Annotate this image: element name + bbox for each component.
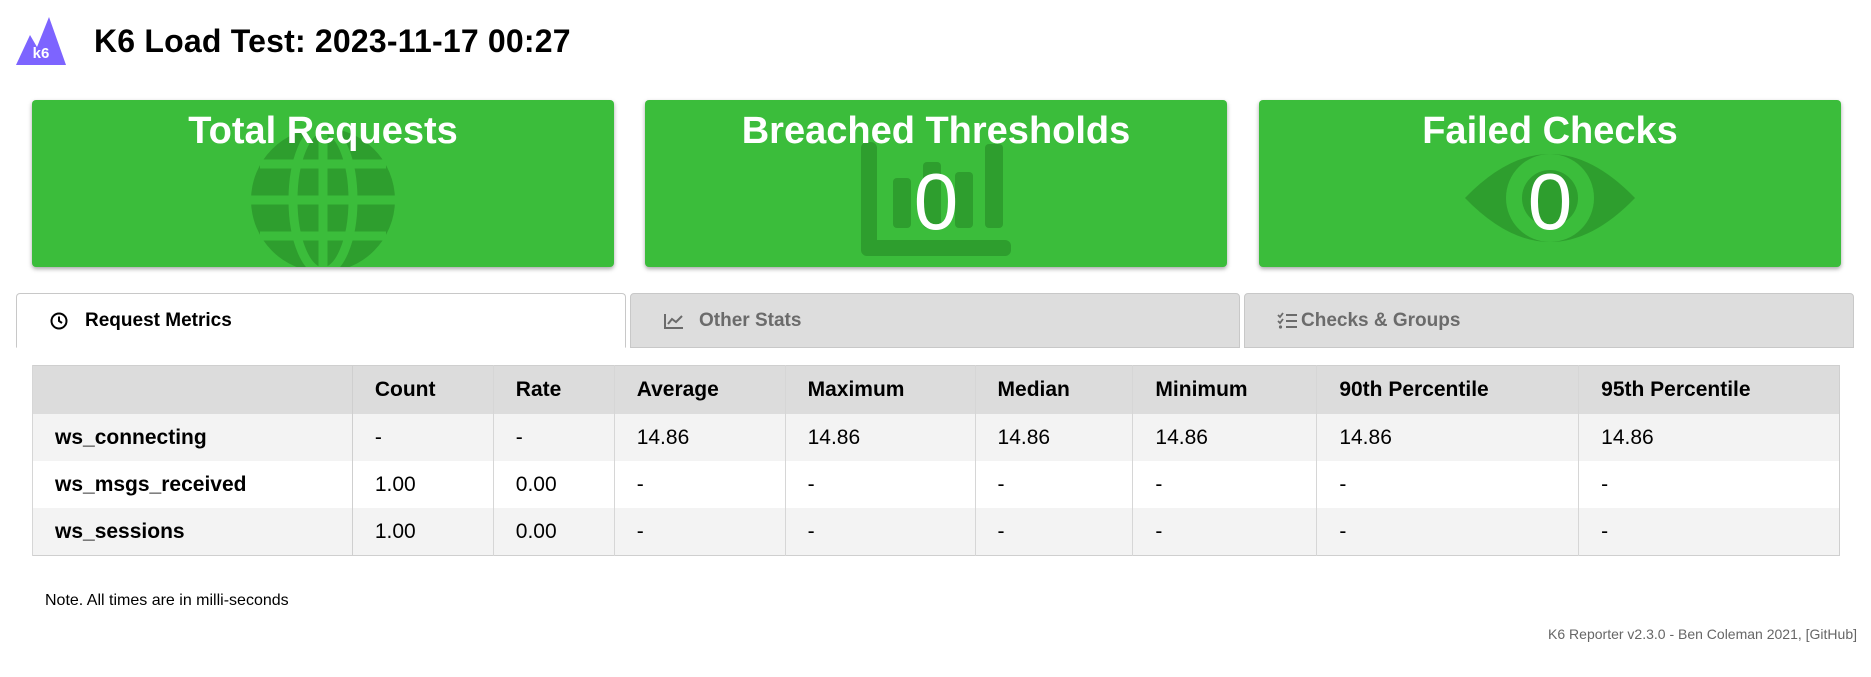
times-note: Note. All times are in milli-seconds [45, 592, 289, 609]
tab-other-stats[interactable]: Other Stats [630, 293, 1240, 348]
checklist-icon [1277, 311, 1297, 329]
table-cell: - [784, 508, 976, 556]
table-cell: 14.86 [1132, 414, 1317, 461]
column-header: Count [351, 365, 494, 414]
line-chart-icon [664, 313, 683, 329]
tab-bar: Request Metrics Other Stats Checks & Gro… [16, 293, 1854, 349]
table-cell: - [784, 461, 976, 508]
table-cell: 14.86 [1316, 414, 1579, 461]
table-cell: - [974, 508, 1133, 556]
table-cell: - [1132, 508, 1317, 556]
tab-request-metrics-label: Request Metrics [85, 309, 232, 331]
column-header: Rate [492, 365, 615, 414]
table-cell: - [1578, 461, 1840, 508]
breached-thresholds-value: 0 [913, 157, 959, 246]
table-cell: - [613, 508, 786, 556]
table-cell: 1.00 [351, 461, 494, 508]
table-header-row: Count Rate Average Maximum Median Minimu… [32, 365, 1840, 414]
table-row: ws_connecting - - 14.86 14.86 14.86 14.8… [32, 414, 1840, 461]
table-row: ws_msgs_received 1.00 0.00 - - - - - - [32, 461, 1840, 508]
tab-request-metrics[interactable]: Request Metrics [16, 293, 626, 348]
table-cell: - [974, 461, 1133, 508]
clock-icon [50, 312, 68, 329]
table-cell: - [1132, 461, 1317, 508]
column-header: Maximum [784, 365, 976, 414]
column-header: 90th Percentile [1316, 365, 1579, 414]
request-metrics-table: Count Rate Average Maximum Median Minimu… [32, 365, 1840, 556]
column-header: Minimum [1132, 365, 1317, 414]
table-cell: 14.86 [613, 414, 786, 461]
total-requests-title: Total Requests [188, 110, 458, 152]
column-header: Median [974, 365, 1133, 414]
k6-logo-icon: k6 [16, 17, 66, 65]
table-cell: 1.00 [351, 508, 494, 556]
tab-checks-groups[interactable]: Checks & Groups [1244, 293, 1854, 348]
metric-name: ws_msgs_received [32, 461, 353, 508]
page-header: k6 K6 Load Test: 2023-11-17 00:27 [16, 16, 571, 66]
tab-other-stats-label: Other Stats [699, 309, 802, 331]
breached-thresholds-title: Breached Thresholds [741, 110, 1131, 152]
total-requests-card: Total Requests [32, 100, 614, 267]
table-row: ws_sessions 1.00 0.00 - - - - - - [32, 508, 1840, 556]
logo-text: k6 [33, 45, 50, 62]
table-cell: 14.86 [784, 414, 976, 461]
table-cell: - [492, 414, 615, 461]
breached-thresholds-card: Breached Thresholds 0 [645, 100, 1227, 267]
page-title: K6 Load Test: 2023-11-17 00:27 [94, 22, 571, 59]
metric-name: ws_connecting [32, 414, 353, 461]
footer-credit: K6 Reporter v2.3.0 - Ben Coleman 2021, [… [1548, 626, 1857, 642]
column-header: Average [613, 365, 786, 414]
table-cell: 14.86 [974, 414, 1133, 461]
tab-checks-groups-label: Checks & Groups [1301, 309, 1461, 331]
table-cell: - [1316, 461, 1579, 508]
failed-checks-title: Failed Checks [1422, 110, 1678, 152]
table-cell: - [1316, 508, 1579, 556]
failed-checks-value: 0 [1527, 157, 1573, 246]
table-cell: 0.00 [492, 461, 615, 508]
metric-name: ws_sessions [32, 508, 353, 556]
failed-checks-card: Failed Checks 0 [1259, 100, 1841, 267]
table-cell: 14.86 [1578, 414, 1840, 461]
table-cell: - [351, 414, 494, 461]
table-cell: 0.00 [492, 508, 615, 556]
column-header: 95th Percentile [1578, 365, 1840, 414]
table-cell: - [1578, 508, 1840, 556]
table-cell: - [613, 461, 786, 508]
column-header [32, 365, 353, 414]
